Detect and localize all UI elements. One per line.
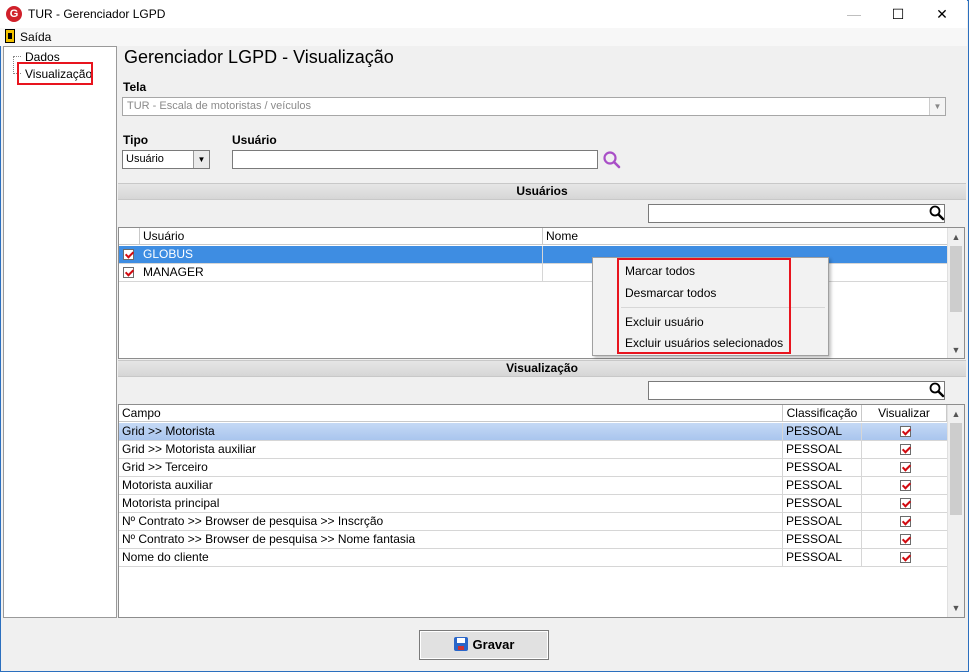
table-row[interactable]: Nome do cliente PESSOAL (119, 549, 947, 567)
highlight-box (617, 258, 791, 354)
search-icon[interactable] (928, 381, 946, 399)
menu-exit[interactable]: Saída (20, 30, 51, 44)
scroll-down-icon[interactable]: ▼ (948, 342, 964, 358)
page-title: Gerenciador LGPD - Visualização (124, 47, 394, 67)
navigation-tree (3, 46, 117, 618)
visualizar-checkbox[interactable] (900, 444, 911, 455)
tipo-select-value: Usuário (126, 153, 164, 165)
cell-classificacao: PESSOAL (783, 441, 862, 458)
usuario-label: Usuário (232, 133, 277, 147)
scroll-up-icon[interactable]: ▲ (948, 229, 964, 245)
row-checkbox[interactable] (123, 249, 134, 260)
search-icon[interactable] (601, 150, 623, 170)
window-title: TUR - Gerenciador LGPD (28, 7, 166, 21)
save-button-label: Gravar (472, 637, 515, 652)
minimize-icon[interactable]: — (832, 0, 876, 28)
visualizar-checkbox[interactable] (900, 462, 911, 473)
cell-classificacao: PESSOAL (783, 459, 862, 476)
visualizar-checkbox[interactable] (900, 480, 911, 491)
view-grid-header: Campo Classificação Visualizar (119, 405, 949, 422)
cell-campo: Grid >> Motorista (119, 423, 783, 440)
app-logo-icon: G (6, 6, 22, 22)
cell-campo: Motorista auxiliar (119, 477, 783, 494)
users-section-header: Usuários (118, 183, 966, 200)
chevron-down-icon[interactable]: ▼ (193, 151, 209, 168)
cell-classificacao: PESSOAL (783, 513, 862, 530)
scroll-down-icon[interactable]: ▼ (948, 600, 964, 616)
close-icon[interactable]: ✕ (920, 0, 964, 28)
table-row[interactable]: Grid >> Motorista auxiliar PESSOAL (119, 441, 947, 459)
visualizar-checkbox[interactable] (900, 552, 911, 563)
tipo-label: Tipo (123, 133, 149, 147)
usuario-input[interactable] (232, 150, 598, 169)
column-header-visualizar[interactable]: Visualizar (862, 405, 947, 422)
cell-campo: Nome do cliente (119, 549, 783, 566)
cell-campo: Grid >> Terceiro (119, 459, 783, 476)
chevron-down-icon[interactable]: ▼ (929, 98, 945, 115)
visualizar-checkbox[interactable] (900, 426, 911, 437)
tela-label: Tela (123, 80, 147, 94)
view-scrollbar[interactable]: ▲ ▼ (947, 405, 964, 617)
view-filter-input[interactable] (648, 381, 945, 400)
table-row[interactable]: Motorista auxiliar PESSOAL (119, 477, 947, 495)
tela-select-value: TUR - Escala de motoristas / veículos (127, 100, 312, 112)
menu-bar (0, 28, 967, 46)
row-checkbox[interactable] (123, 267, 134, 278)
tipo-select[interactable]: Usuário ▼ (122, 150, 210, 169)
column-header-nome[interactable]: Nome (543, 228, 949, 245)
cell-usuario: MANAGER (140, 264, 543, 281)
column-header-usuario[interactable]: Usuário (140, 228, 543, 245)
visualizar-checkbox[interactable] (900, 534, 911, 545)
cell-usuario: GLOBUS (140, 246, 543, 263)
highlight-box (17, 62, 93, 85)
column-header-classificacao[interactable]: Classificação (783, 405, 862, 422)
scroll-up-icon[interactable]: ▲ (948, 406, 964, 422)
scroll-thumb[interactable] (950, 246, 962, 312)
cell-campo: Nº Contrato >> Browser de pesquisa >> In… (119, 513, 783, 530)
table-row[interactable]: Grid >> Terceiro PESSOAL (119, 459, 947, 477)
table-row[interactable]: Nº Contrato >> Browser de pesquisa >> In… (119, 513, 947, 531)
tree-connector (13, 56, 14, 74)
table-row[interactable]: Motorista principal PESSOAL (119, 495, 947, 513)
table-row[interactable]: Grid >> Motorista PESSOAL (119, 423, 947, 441)
exit-door-icon[interactable] (5, 29, 15, 43)
search-icon[interactable] (928, 204, 946, 222)
cell-campo: Grid >> Motorista auxiliar (119, 441, 783, 458)
cell-classificacao: PESSOAL (783, 477, 862, 494)
tree-connector (13, 56, 21, 57)
table-row[interactable]: Nº Contrato >> Browser de pesquisa >> No… (119, 531, 947, 549)
users-grid-header: Usuário Nome (119, 228, 949, 245)
tela-select[interactable]: TUR - Escala de motoristas / veículos ▼ (122, 97, 946, 116)
view-grid: Campo Classificação Visualizar Grid >> M… (118, 404, 965, 618)
maximize-icon[interactable]: ☐ (876, 0, 920, 28)
cell-campo: Motorista principal (119, 495, 783, 512)
cell-classificacao: PESSOAL (783, 423, 862, 440)
cell-classificacao: PESSOAL (783, 495, 862, 512)
visualizar-checkbox[interactable] (900, 516, 911, 527)
visualizar-checkbox[interactable] (900, 498, 911, 509)
save-button[interactable]: Gravar (419, 630, 549, 660)
cell-classificacao: PESSOAL (783, 531, 862, 548)
cell-classificacao: PESSOAL (783, 549, 862, 566)
floppy-disk-icon (453, 637, 468, 652)
view-section-header: Visualização (118, 360, 966, 377)
users-grid: Usuário Nome GLOBUS MANAGER ▲ ▼ (118, 227, 965, 359)
users-filter-input[interactable] (648, 204, 945, 223)
cell-campo: Nº Contrato >> Browser de pesquisa >> No… (119, 531, 783, 548)
header-check-column (119, 228, 140, 245)
users-scrollbar[interactable]: ▲ ▼ (947, 228, 964, 358)
column-header-campo[interactable]: Campo (119, 405, 783, 422)
scroll-thumb[interactable] (950, 423, 962, 515)
